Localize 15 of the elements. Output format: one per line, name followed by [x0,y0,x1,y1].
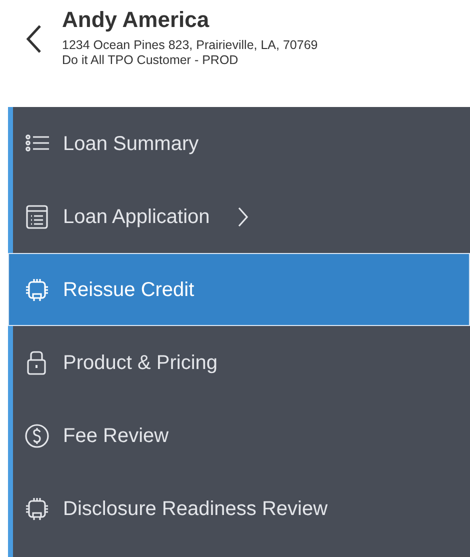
form-icon [25,204,49,228]
customer-type: Do it All TPO Customer - PROD [62,53,240,68]
menu-item[interactable]: Loan Summary [13,107,470,180]
chip-icon [25,496,49,520]
menu-item[interactable]: Product & Pricing [13,326,470,399]
customer-name: Andy America [62,6,210,34]
customer-address: 1234 Ocean Pines 823, Prairieville, LA, 70769 [62,38,318,53]
chip-icon [25,278,49,302]
menu-item[interactable]: Reissue Credit [8,253,470,326]
menu-item[interactable]: Fee Review [13,399,470,472]
dollar-icon [25,424,49,448]
menu-item[interactable]: Loan Application [13,180,470,253]
back-icon [25,24,43,54]
lock-icon [25,350,49,374]
menu-item[interactable]: Disclosure Readiness Review [13,472,470,545]
